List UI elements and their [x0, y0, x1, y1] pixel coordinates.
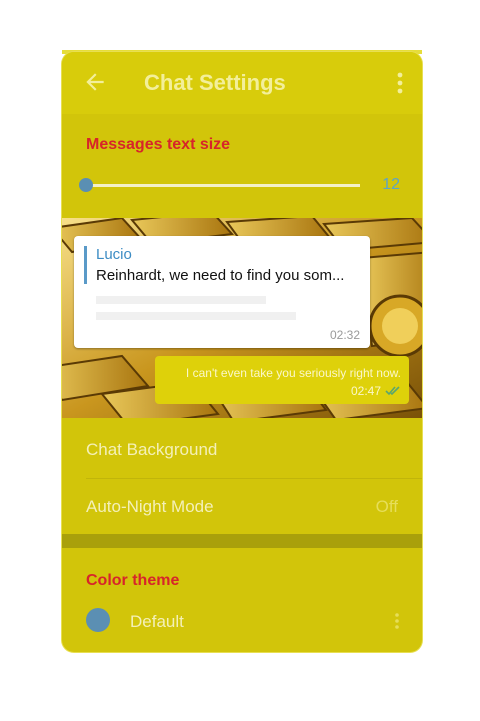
section-separator: [62, 534, 422, 548]
auto-night-mode-value: Off: [375, 497, 398, 516]
outgoing-message-meta: 02:47: [351, 384, 401, 398]
outgoing-message-text: I can't even take you seriously right no…: [185, 366, 401, 380]
page-title: Chat Settings: [144, 70, 286, 95]
app-bar: Chat Settings: [62, 52, 422, 114]
chat-background-row[interactable]: Chat Background: [62, 422, 422, 478]
theme-color-swatch: [86, 608, 110, 632]
reply-bar: [84, 246, 87, 284]
theme-more-icon[interactable]: [394, 612, 400, 630]
incoming-message-bubble: Lucio Reinhardt, we need to find you som…: [74, 236, 370, 348]
more-vert-icon[interactable]: [396, 72, 404, 94]
auto-night-mode-label: Auto-Night Mode: [86, 497, 214, 516]
color-theme-title: Color theme: [86, 572, 180, 589]
double-check-icon: [385, 386, 400, 396]
text-size-section: [62, 114, 422, 218]
arrow-back-icon[interactable]: [82, 69, 108, 95]
outgoing-message-time: 02:47: [350, 384, 381, 398]
chat-settings-screen: Chat Settings Messages text size 12 Luci…: [62, 52, 422, 652]
theme-default-label[interactable]: Default: [130, 612, 184, 632]
auto-night-mode-row[interactable]: Auto-Night Mode Off: [62, 479, 422, 535]
reply-text: Reinhardt, we need to find you som...: [96, 267, 345, 284]
incoming-message-time: 02:32: [329, 328, 360, 342]
text-size-title: Messages text size: [86, 136, 231, 153]
chat-background-label: Chat Background: [86, 440, 218, 459]
reply-sender-name: Lucio: [96, 246, 132, 263]
text-size-value: 12: [382, 176, 400, 193]
outgoing-message-bubble: I can't even take you seriously right no…: [155, 356, 409, 404]
text-size-slider-thumb[interactable]: [79, 178, 93, 192]
text-size-slider-track[interactable]: [86, 184, 360, 187]
